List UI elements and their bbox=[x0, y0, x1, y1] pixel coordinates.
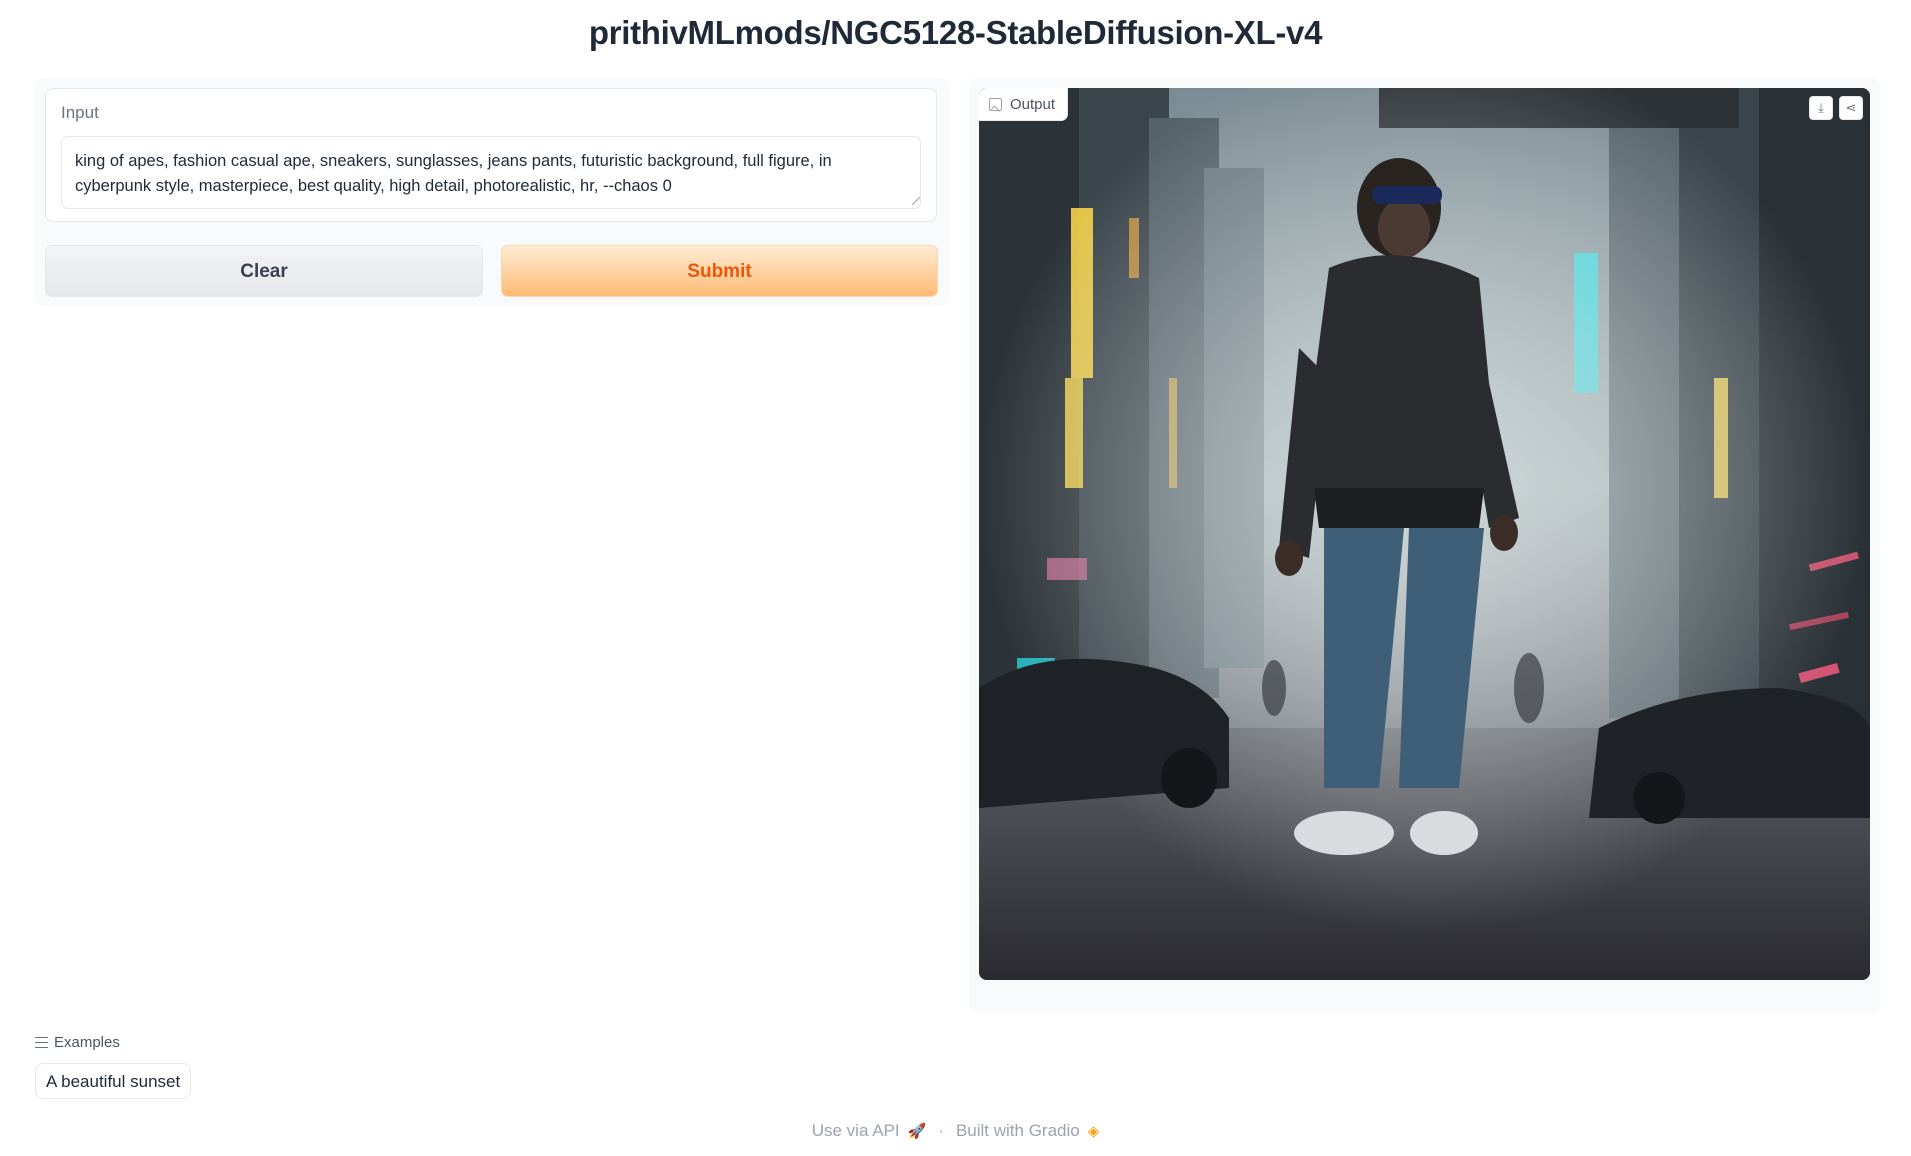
use-via-api-link[interactable]: Use via API bbox=[812, 1121, 900, 1141]
download-icon[interactable]: ⤓ bbox=[1809, 96, 1833, 120]
gradio-logo-icon: ◈ bbox=[1087, 1123, 1100, 1140]
prompt-textarea[interactable]: king of apes, fashion casual ape, sneake… bbox=[61, 136, 921, 209]
output-panel: Output ⤓ ⋖ bbox=[969, 78, 1880, 1013]
input-label: Input bbox=[61, 103, 99, 122]
input-panel: Input king of apes, fashion casual ape, … bbox=[35, 78, 949, 306]
footer-separator: · bbox=[938, 1121, 944, 1140]
example-item[interactable]: A beautiful sunset bbox=[35, 1063, 192, 1099]
list-icon bbox=[35, 1037, 48, 1049]
share-icon[interactable]: ⋖ bbox=[1839, 96, 1863, 120]
output-image-block: Output ⤓ ⋖ bbox=[979, 88, 1870, 980]
examples-label: Examples bbox=[54, 1034, 120, 1051]
input-block: Input king of apes, fashion casual ape, … bbox=[45, 88, 937, 222]
page-title: prithivMLmods/NGC5128-StableDiffusion-XL… bbox=[588, 14, 1323, 51]
generated-image bbox=[979, 88, 1870, 980]
output-label-tab: Output bbox=[979, 88, 1069, 121]
image-icon bbox=[989, 97, 1002, 111]
image-actions: ⤓ ⋖ bbox=[1809, 96, 1863, 120]
rocket-icon: 🚀 bbox=[907, 1123, 927, 1140]
app-root: prithivMLmods/NGC5128-StableDiffusion-XL… bbox=[0, 0, 1911, 1156]
submit-button[interactable]: Submit bbox=[501, 245, 938, 297]
footer: Use via API 🚀 · Built with Gradio ◈ bbox=[0, 1121, 1911, 1141]
built-with-gradio-link[interactable]: Built with Gradio bbox=[956, 1121, 1080, 1141]
clear-button[interactable]: Clear bbox=[45, 245, 483, 297]
output-label: Output bbox=[1010, 95, 1056, 113]
examples-header: Examples bbox=[35, 1034, 120, 1051]
resize-handle-icon[interactable] bbox=[912, 197, 920, 205]
